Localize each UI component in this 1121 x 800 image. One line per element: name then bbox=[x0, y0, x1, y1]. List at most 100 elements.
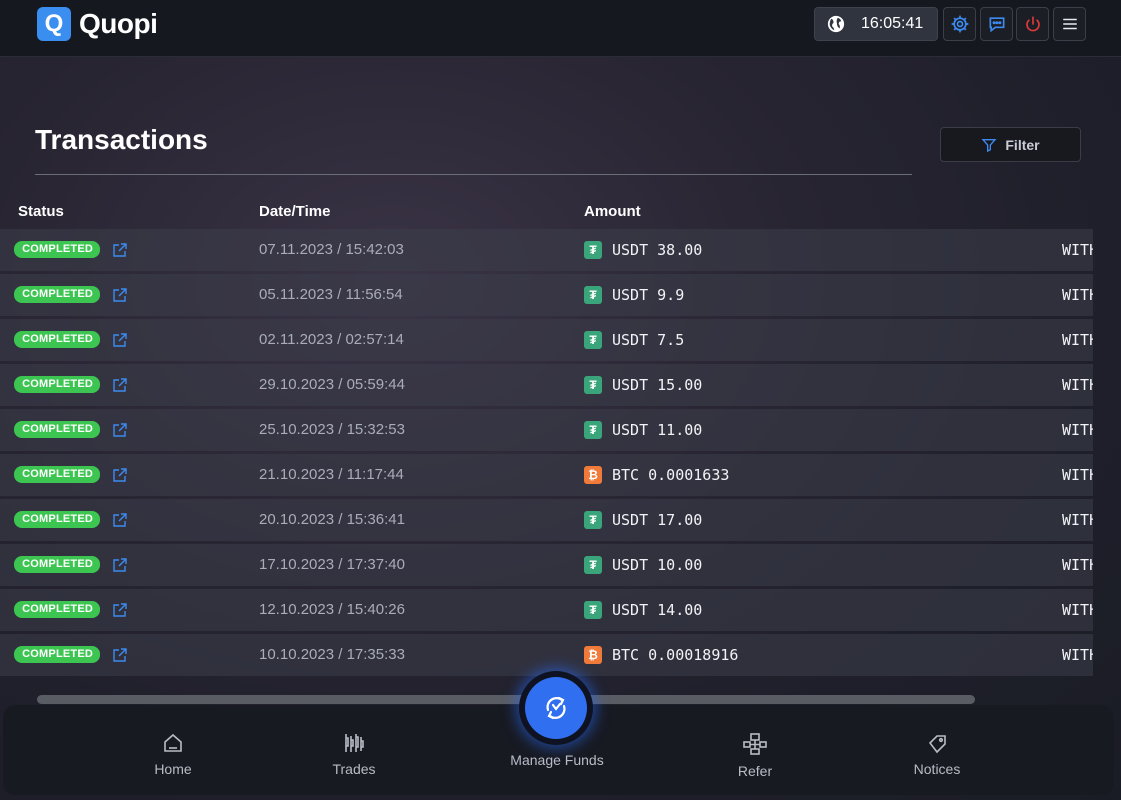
manage-funds-button[interactable] bbox=[519, 671, 593, 745]
status-badge: COMPLETED bbox=[14, 646, 100, 663]
status-badge: COMPLETED bbox=[14, 286, 100, 303]
status-badge: COMPLETED bbox=[14, 511, 100, 528]
external-link-icon[interactable] bbox=[112, 242, 128, 258]
table-row[interactable]: COMPLETED 17.10.2023 / 17:37:40 ₮ USDT 10.0… bbox=[0, 544, 1093, 586]
home-icon bbox=[164, 733, 182, 752]
table-body: COMPLETED 07.11.2023 / 15:42:03 ₮ USDT 38.0… bbox=[0, 229, 1093, 676]
chat-icon bbox=[989, 17, 1004, 33]
transaction-type: WITH bbox=[1062, 601, 1093, 619]
table-row[interactable]: COMPLETED 21.10.2023 / 11:17:44 ₿ BTC 0.000… bbox=[0, 454, 1093, 496]
transaction-type: WITH bbox=[1062, 241, 1093, 259]
filter-button[interactable]: Filter bbox=[940, 127, 1081, 162]
status-badge: COMPLETED bbox=[14, 466, 100, 483]
nav-notices-label: Notices bbox=[913, 761, 961, 777]
status-badge: COMPLETED bbox=[14, 241, 100, 258]
column-header-datetime[interactable]: Date/Time bbox=[259, 203, 330, 220]
external-link-icon[interactable] bbox=[112, 557, 128, 573]
transaction-type: WITH bbox=[1062, 646, 1093, 664]
table-row[interactable]: COMPLETED 10.10.2023 / 17:35:33 ₿ BTC 0.000… bbox=[0, 634, 1093, 676]
transaction-datetime: 12.10.2023 / 15:40:26 bbox=[259, 601, 405, 618]
horizontal-scrollbar[interactable] bbox=[37, 695, 975, 704]
transaction-datetime: 20.10.2023 / 15:36:41 bbox=[259, 511, 405, 528]
status-badge: COMPLETED bbox=[14, 421, 100, 438]
status-badge: COMPLETED bbox=[14, 556, 100, 573]
table-row[interactable]: COMPLETED 12.10.2023 / 15:40:26 ₮ USDT 14.0… bbox=[0, 589, 1093, 631]
nav-refer-label: Refer bbox=[737, 763, 773, 779]
transaction-type: WITH bbox=[1062, 421, 1093, 439]
external-link-icon[interactable] bbox=[112, 422, 128, 438]
column-header-amount[interactable]: Amount bbox=[584, 203, 641, 220]
transaction-amount: USDT 7.5 bbox=[612, 331, 685, 349]
menu-icon bbox=[1062, 18, 1077, 30]
column-header-status[interactable]: Status bbox=[18, 203, 64, 220]
settings-button[interactable] bbox=[943, 7, 976, 41]
table-row[interactable]: COMPLETED 02.11.2023 / 02:57:14 ₮ USDT 7.5 W… bbox=[0, 319, 1093, 361]
external-link-icon[interactable] bbox=[112, 377, 128, 393]
filter-label: Filter bbox=[1005, 136, 1040, 153]
manage-funds-icon bbox=[546, 696, 566, 720]
table-row[interactable]: COMPLETED 29.10.2023 / 05:59:44 ₮ USDT 15.0… bbox=[0, 364, 1093, 406]
manage-funds-button-inner bbox=[525, 677, 587, 739]
table-row[interactable]: COMPLETED 25.10.2023 / 15:32:53 ₮ USDT 11.0… bbox=[0, 409, 1093, 451]
status-badge: COMPLETED bbox=[14, 331, 100, 348]
top-bar: Q Quopi 16:05:41 bbox=[0, 0, 1121, 57]
table-row[interactable]: COMPLETED 20.10.2023 / 15:36:41 ₮ USDT 17.0… bbox=[0, 499, 1093, 541]
status-badge: COMPLETED bbox=[14, 376, 100, 393]
logo[interactable]: Q Quopi bbox=[37, 7, 158, 41]
power-icon bbox=[1025, 16, 1040, 32]
transaction-type: WITH bbox=[1062, 286, 1093, 304]
transaction-amount: USDT 38.00 bbox=[612, 241, 703, 259]
transaction-amount: BTC 0.0001633 bbox=[612, 466, 730, 484]
transaction-datetime: 17.10.2023 / 17:37:40 bbox=[259, 556, 405, 573]
transaction-type: WITH bbox=[1062, 556, 1093, 574]
nav-trades-label: Trades bbox=[332, 761, 376, 777]
logo-text: Quopi bbox=[79, 8, 158, 39]
logout-button[interactable] bbox=[1016, 7, 1049, 41]
transaction-type: WITH bbox=[1062, 466, 1093, 484]
usdt-icon: ₮ bbox=[584, 421, 602, 439]
refer-icon bbox=[743, 733, 767, 755]
table-row[interactable]: COMPLETED 05.11.2023 / 11:56:54 ₮ USDT 9.9 W… bbox=[0, 274, 1093, 316]
usdt-icon: ₮ bbox=[584, 241, 602, 259]
chat-button[interactable] bbox=[980, 7, 1013, 41]
transaction-datetime: 02.11.2023 / 02:57:14 bbox=[259, 331, 404, 348]
title-divider bbox=[35, 174, 912, 175]
transaction-datetime: 29.10.2023 / 05:59:44 bbox=[259, 376, 405, 393]
nav-refer[interactable]: Refer bbox=[700, 731, 810, 779]
transactions-table[interactable]: Status Date/Time Amount COMPLETED 07.11.2… bbox=[0, 196, 1093, 678]
transaction-type: WITH bbox=[1062, 331, 1093, 349]
external-link-icon[interactable] bbox=[112, 332, 128, 348]
menu-button[interactable] bbox=[1053, 7, 1086, 41]
external-link-icon[interactable] bbox=[112, 287, 128, 303]
usdt-icon: ₮ bbox=[584, 556, 602, 574]
clock-widget[interactable]: 16:05:41 bbox=[814, 7, 938, 41]
transaction-type: WITH bbox=[1062, 511, 1093, 529]
globe-icon bbox=[827, 15, 845, 33]
btc-icon: ₿ bbox=[584, 646, 602, 664]
page-title: Transactions bbox=[35, 124, 208, 155]
gear-icon bbox=[951, 15, 968, 33]
transaction-datetime: 21.10.2023 / 11:17:44 bbox=[259, 466, 404, 483]
usdt-icon: ₮ bbox=[584, 601, 602, 619]
usdt-icon: ₮ bbox=[584, 331, 602, 349]
nav-trades[interactable]: Trades bbox=[299, 731, 409, 777]
external-link-icon[interactable] bbox=[112, 647, 128, 663]
nav-notices[interactable]: Notices bbox=[882, 731, 992, 777]
transaction-amount: USDT 11.00 bbox=[612, 421, 703, 439]
external-link-icon[interactable] bbox=[112, 602, 128, 618]
table-row[interactable]: COMPLETED 07.11.2023 / 15:42:03 ₮ USDT 38.0… bbox=[0, 229, 1093, 271]
transaction-amount: USDT 9.9 bbox=[612, 286, 685, 304]
transaction-datetime: 05.11.2023 / 11:56:54 bbox=[259, 286, 403, 303]
external-link-icon[interactable] bbox=[112, 467, 128, 483]
external-link-icon[interactable] bbox=[112, 512, 128, 528]
filter-icon bbox=[981, 138, 997, 152]
nav-home[interactable]: Home bbox=[118, 731, 228, 777]
btc-icon: ₿ bbox=[584, 466, 602, 484]
usdt-icon: ₮ bbox=[584, 511, 602, 529]
usdt-icon: ₮ bbox=[584, 286, 602, 304]
logo-mark: Q bbox=[37, 7, 71, 41]
transaction-amount: USDT 15.00 bbox=[612, 376, 703, 394]
transaction-amount: BTC 0.00018916 bbox=[612, 646, 739, 664]
notices-icon bbox=[928, 735, 946, 754]
transaction-amount: USDT 17.00 bbox=[612, 511, 703, 529]
